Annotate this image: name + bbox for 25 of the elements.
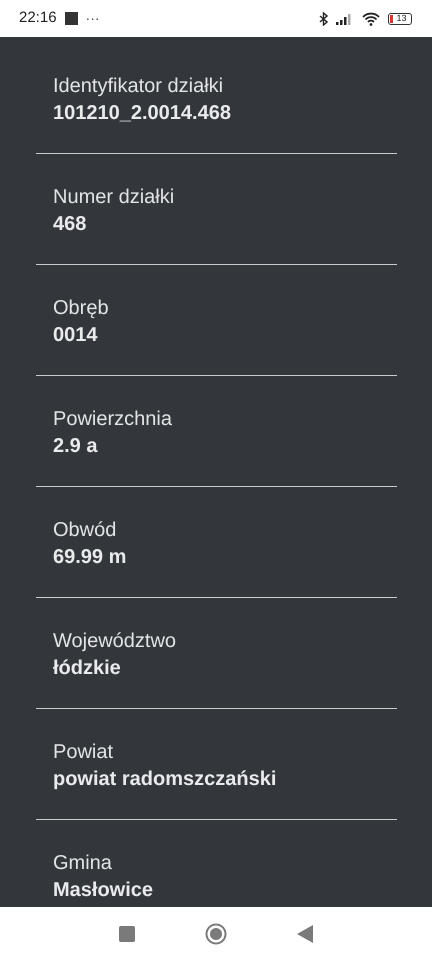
field-value: 101210_2.0014.468 xyxy=(53,101,232,126)
field-value: 0014 xyxy=(53,323,98,348)
bluetooth-icon xyxy=(319,12,328,26)
field-value: 468 xyxy=(53,212,88,237)
field-value: 2.9 a xyxy=(53,434,99,459)
field-value: Masłowice xyxy=(53,878,154,903)
field-value: powiat radomszczański xyxy=(53,767,278,792)
back-button[interactable] xyxy=(297,924,313,942)
field-label: Obwód xyxy=(53,518,118,543)
field-label: Powiat xyxy=(53,740,114,765)
recents-button[interactable] xyxy=(119,926,135,942)
home-button[interactable] xyxy=(205,922,227,944)
field-label: Obręb xyxy=(53,296,110,321)
notification-icon xyxy=(64,12,78,25)
status-time: 22:16 xyxy=(19,8,57,28)
more-notifications: ··· xyxy=(86,9,100,28)
field-label: Gmina xyxy=(53,851,113,876)
field-label: Powierzchnia xyxy=(53,407,173,432)
field-label: Województwo xyxy=(53,629,178,654)
field-value: 69.99 m xyxy=(53,545,128,570)
wifi-icon xyxy=(362,12,380,26)
field-label: Numer działki xyxy=(53,185,176,210)
field-label: Identyfikator działki xyxy=(53,74,224,99)
field-value: łódzkie xyxy=(53,656,122,681)
battery-icon: 13 xyxy=(388,12,412,24)
